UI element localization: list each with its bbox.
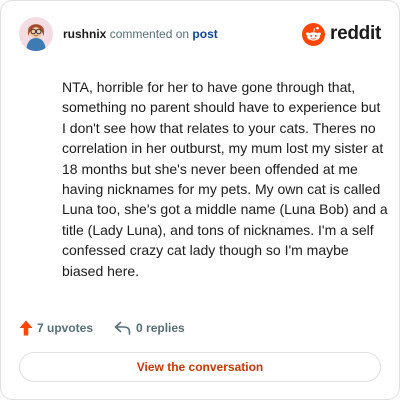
user-avatar[interactable] <box>19 17 53 51</box>
comment-stats: 7 upvotes 0 replies <box>19 318 185 338</box>
upvotes-count: 7 upvotes <box>37 321 94 335</box>
reddit-logo[interactable]: reddit <box>302 21 381 47</box>
reply-arrow-icon <box>114 321 131 335</box>
comment-meta: rushnix commented on post <box>63 26 218 42</box>
upvotes-stat[interactable]: 7 upvotes <box>19 320 93 336</box>
comment-body: NTA, horrible for her to have gone throu… <box>62 79 388 279</box>
replies-count: 0 replies <box>136 321 185 335</box>
comment-header: rushnix commented on post reddit <box>19 17 381 51</box>
upvote-arrow-icon <box>19 320 33 336</box>
comment-embed-card: rushnix commented on post reddit NTA, ho… <box>0 0 400 400</box>
avatar-image <box>19 17 53 51</box>
view-conversation-button[interactable]: View the conversation <box>19 352 381 382</box>
reddit-wordmark: reddit <box>330 23 381 44</box>
reddit-snoo-icon <box>302 22 326 46</box>
username-link[interactable]: rushnix <box>63 27 106 41</box>
action-text: commented on <box>109 27 190 41</box>
post-link[interactable]: post <box>192 27 217 41</box>
replies-stat[interactable]: 0 replies <box>114 321 185 335</box>
